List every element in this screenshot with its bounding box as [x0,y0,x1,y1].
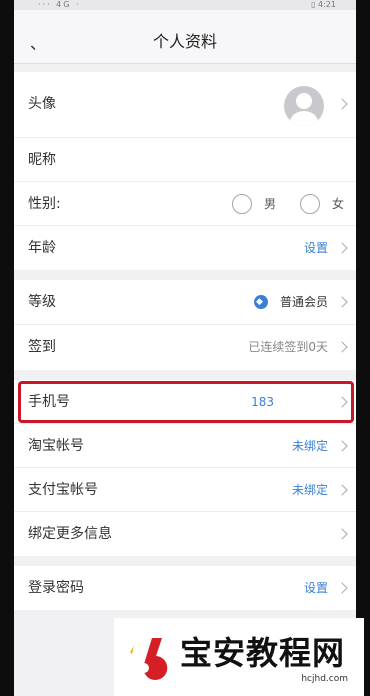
taobao-label: 淘宝帐号 [28,438,84,454]
status-bar: ··· 4G · ▯ 4:21 [14,0,356,10]
avatar-placeholder-body [290,111,318,126]
password-value: 设置 [303,581,328,595]
chevron-right-icon [336,484,348,496]
chevron-right-icon [336,242,348,254]
alipay-label: 支付宝帐号 [28,482,98,498]
gender-male-label: 男 [264,197,277,211]
gender-female-label: 女 [332,197,345,211]
more-bindings-row[interactable]: 绑定更多信息 [14,512,356,556]
age-row[interactable]: 年龄 设置 [14,226,356,270]
watermark-logo-icon [130,638,168,680]
alipay-value: 未绑定 [291,483,328,497]
watermark-url: hcjhd.com [301,674,348,684]
more-bindings-label: 绑定更多信息 [28,526,112,542]
status-signal: ··· 4G · [38,0,81,9]
age-label: 年龄 [28,240,56,256]
gender-label: 性别: [28,196,61,212]
status-battery-time: ▯ 4:21 [311,0,336,9]
checkin-value: 已连续签到0天 [248,340,328,354]
phone-value: 183 [251,395,274,409]
level-row[interactable]: 等级 普通会员 [14,280,356,325]
chevron-right-icon [336,582,348,594]
avatar-placeholder-head [296,93,312,109]
page-title: 个人资料 [152,32,217,51]
nickname-row[interactable]: 昵称 [14,138,356,182]
bindings-section: 手机号 183 淘宝帐号 未绑定 支付宝帐号 未绑定 绑定更多信息 [14,380,356,556]
chevron-right-icon [336,528,348,540]
password-label: 登录密码 [28,580,84,596]
phone-screen: ··· 4G · ▯ 4:21 、 个人资料 头像 昵称 性别: 男 女 年龄 … [14,0,356,696]
taobao-row[interactable]: 淘宝帐号 未绑定 [14,424,356,468]
taobao-value: 未绑定 [291,439,328,453]
gender-male-radio[interactable] [232,194,252,214]
chevron-right-icon [336,396,348,408]
phone-label: 手机号 [28,394,70,410]
gender-female-radio[interactable] [300,194,320,214]
profile-section: 头像 昵称 性别: 男 女 年龄 设置 [14,72,356,270]
age-value: 设置 [303,241,328,255]
avatar-label: 头像 [28,96,56,112]
chevron-right-icon [336,296,348,308]
alipay-row[interactable]: 支付宝帐号 未绑定 [14,468,356,512]
member-badge-icon [254,295,268,309]
watermark: 宝安教程网 hcjhd.com [114,618,364,696]
account-section: 等级 普通会员 签到 已连续签到0天 [14,280,356,370]
avatar[interactable] [284,86,324,126]
checkin-label: 签到 [28,339,56,355]
security-section: 登录密码 设置 [14,566,356,610]
checkin-row[interactable]: 签到 已连续签到0天 [14,325,356,370]
watermark-text: 宝安教程网 [180,634,346,672]
nickname-label: 昵称 [28,152,56,168]
chevron-right-icon [336,440,348,452]
chevron-right-icon [336,98,348,110]
phone-row[interactable]: 手机号 183 [14,380,356,424]
navigation-bar: 、 个人资料 [14,10,356,64]
level-label: 等级 [28,294,56,310]
chevron-right-icon [336,341,348,353]
password-row[interactable]: 登录密码 设置 [14,566,356,610]
level-value: 普通会员 [279,295,328,309]
avatar-row[interactable]: 头像 [14,72,356,138]
gender-row: 性别: 男 女 [14,182,356,226]
